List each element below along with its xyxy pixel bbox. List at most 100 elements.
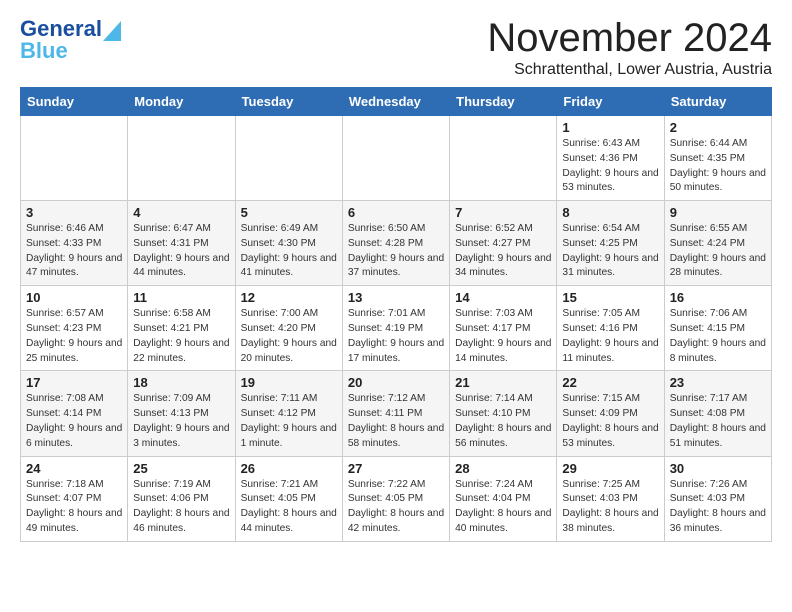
table-cell bbox=[450, 116, 557, 201]
table-cell: 13Sunrise: 7:01 AM Sunset: 4:19 PM Dayli… bbox=[342, 286, 449, 371]
table-cell: 28 Sunrise: 7:24 AM Sunset: 4:04 PM Dayli… bbox=[450, 456, 557, 541]
header-sunday: Sunday bbox=[21, 88, 128, 116]
table-cell: 2 Sunrise: 6:44 AM Sunset: 4:35 PM Daylig… bbox=[664, 116, 771, 201]
week-row-2: 3 Sunrise: 6:46 AM Sunset: 4:33 PM Daylig… bbox=[21, 201, 772, 286]
cell-info: Sunrise: 7:21 AM Sunset: 4:05 PM Dayligh… bbox=[241, 478, 337, 537]
cell-info: Sunrise: 7:24 AM Sunset: 4:04 PM Dayligh… bbox=[455, 478, 551, 537]
cell-info: Sunrise: 7:00 AM Sunset: 4:20 PM Dayligh… bbox=[241, 307, 337, 366]
cell-info: Sunrise: 7:15 AM Sunset: 4:09 PM Dayligh… bbox=[562, 392, 658, 451]
day-number: 2 bbox=[670, 120, 766, 135]
day-number: 25 bbox=[133, 461, 229, 476]
cell-info: Sunrise: 6:43 AM Sunset: 4:36 PM Dayligh… bbox=[562, 137, 658, 196]
cell-info: Sunrise: 6:52 AM Sunset: 4:27 PM Dayligh… bbox=[455, 222, 551, 281]
cell-info: Sunrise: 7:06 AM Sunset: 4:15 PM Dayligh… bbox=[670, 307, 766, 366]
cell-info: Sunrise: 7:09 AM Sunset: 4:13 PM Dayligh… bbox=[133, 392, 229, 451]
calendar-table: SundayMondayTuesdayWednesdayThursdayFrid… bbox=[20, 87, 772, 542]
day-number: 17 bbox=[26, 375, 122, 390]
cell-info: Sunrise: 7:14 AM Sunset: 4:10 PM Dayligh… bbox=[455, 392, 551, 451]
day-number: 10 bbox=[26, 290, 122, 305]
cell-info: Sunrise: 7:18 AM Sunset: 4:07 PM Dayligh… bbox=[26, 478, 122, 537]
cell-info: Sunrise: 7:01 AM Sunset: 4:19 PM Dayligh… bbox=[348, 307, 444, 366]
cell-info: Sunrise: 6:44 AM Sunset: 4:35 PM Dayligh… bbox=[670, 137, 766, 196]
cell-info: Sunrise: 6:50 AM Sunset: 4:28 PM Dayligh… bbox=[348, 222, 444, 281]
table-cell: 25 Sunrise: 7:19 AM Sunset: 4:06 PM Dayli… bbox=[128, 456, 235, 541]
table-cell: 3 Sunrise: 6:46 AM Sunset: 4:33 PM Daylig… bbox=[21, 201, 128, 286]
day-number: 19 bbox=[241, 375, 337, 390]
cell-info: Sunrise: 7:25 AM Sunset: 4:03 PM Dayligh… bbox=[562, 478, 658, 537]
cell-info: Sunrise: 7:05 AM Sunset: 4:16 PM Dayligh… bbox=[562, 307, 658, 366]
cell-info: Sunrise: 7:12 AM Sunset: 4:11 PM Dayligh… bbox=[348, 392, 444, 451]
table-cell: 1Sunrise: 6:43 AM Sunset: 4:36 PM Daylig… bbox=[557, 116, 664, 201]
day-number: 11 bbox=[133, 290, 229, 305]
table-cell: 7 Sunrise: 6:52 AM Sunset: 4:27 PM Daylig… bbox=[450, 201, 557, 286]
calendar-header: SundayMondayTuesdayWednesdayThursdayFrid… bbox=[21, 88, 772, 116]
day-number: 9 bbox=[670, 205, 766, 220]
day-number: 8 bbox=[562, 205, 658, 220]
table-cell: 9 Sunrise: 6:55 AM Sunset: 4:24 PM Daylig… bbox=[664, 201, 771, 286]
table-cell: 12 Sunrise: 7:00 AM Sunset: 4:20 PM Dayli… bbox=[235, 286, 342, 371]
logo: General Blue bbox=[20, 16, 121, 64]
table-cell: 27 Sunrise: 7:22 AM Sunset: 4:05 PM Dayli… bbox=[342, 456, 449, 541]
day-number: 22 bbox=[562, 375, 658, 390]
month-title: November 2024 bbox=[487, 16, 772, 61]
day-number: 30 bbox=[670, 461, 766, 476]
table-cell bbox=[235, 116, 342, 201]
day-number: 3 bbox=[26, 205, 122, 220]
day-number: 12 bbox=[241, 290, 337, 305]
day-number: 6 bbox=[348, 205, 444, 220]
day-number: 15 bbox=[562, 290, 658, 305]
header-tuesday: Tuesday bbox=[235, 88, 342, 116]
day-number: 18 bbox=[133, 375, 229, 390]
table-cell: 6 Sunrise: 6:50 AM Sunset: 4:28 PM Daylig… bbox=[342, 201, 449, 286]
header-wednesday: Wednesday bbox=[342, 88, 449, 116]
cell-info: Sunrise: 6:49 AM Sunset: 4:30 PM Dayligh… bbox=[241, 222, 337, 281]
cell-info: Sunrise: 7:26 AM Sunset: 4:03 PM Dayligh… bbox=[670, 478, 766, 537]
day-number: 26 bbox=[241, 461, 337, 476]
cell-info: Sunrise: 6:58 AM Sunset: 4:21 PM Dayligh… bbox=[133, 307, 229, 366]
day-number: 16 bbox=[670, 290, 766, 305]
cell-info: Sunrise: 7:22 AM Sunset: 4:05 PM Dayligh… bbox=[348, 478, 444, 537]
week-row-1: 1Sunrise: 6:43 AM Sunset: 4:36 PM Daylig… bbox=[21, 116, 772, 201]
day-number: 20 bbox=[348, 375, 444, 390]
cell-info: Sunrise: 7:19 AM Sunset: 4:06 PM Dayligh… bbox=[133, 478, 229, 537]
header-thursday: Thursday bbox=[450, 88, 557, 116]
cell-info: Sunrise: 7:17 AM Sunset: 4:08 PM Dayligh… bbox=[670, 392, 766, 451]
table-cell: 21 Sunrise: 7:14 AM Sunset: 4:10 PM Dayli… bbox=[450, 371, 557, 456]
table-cell: 29Sunrise: 7:25 AM Sunset: 4:03 PM Dayli… bbox=[557, 456, 664, 541]
table-cell: 8 Sunrise: 6:54 AM Sunset: 4:25 PM Daylig… bbox=[557, 201, 664, 286]
day-number: 23 bbox=[670, 375, 766, 390]
cell-info: Sunrise: 6:57 AM Sunset: 4:23 PM Dayligh… bbox=[26, 307, 122, 366]
table-cell: 22 Sunrise: 7:15 AM Sunset: 4:09 PM Dayli… bbox=[557, 371, 664, 456]
logo-blue: Blue bbox=[20, 38, 68, 64]
day-number: 4 bbox=[133, 205, 229, 220]
week-row-5: 24Sunrise: 7:18 AM Sunset: 4:07 PM Dayli… bbox=[21, 456, 772, 541]
table-cell: 16 Sunrise: 7:06 AM Sunset: 4:15 PM Dayli… bbox=[664, 286, 771, 371]
day-number: 28 bbox=[455, 461, 551, 476]
table-cell: 10 Sunrise: 6:57 AM Sunset: 4:23 PM Dayli… bbox=[21, 286, 128, 371]
logo-triangle-icon bbox=[103, 21, 121, 41]
day-number: 14 bbox=[455, 290, 551, 305]
page-container: General Blue November 2024 Schrattenthal… bbox=[0, 0, 792, 558]
cell-info: Sunrise: 6:55 AM Sunset: 4:24 PM Dayligh… bbox=[670, 222, 766, 281]
week-row-4: 17 Sunrise: 7:08 AM Sunset: 4:14 PM Dayli… bbox=[21, 371, 772, 456]
table-cell: 14Sunrise: 7:03 AM Sunset: 4:17 PM Dayli… bbox=[450, 286, 557, 371]
day-number: 27 bbox=[348, 461, 444, 476]
day-number: 5 bbox=[241, 205, 337, 220]
cell-info: Sunrise: 6:47 AM Sunset: 4:31 PM Dayligh… bbox=[133, 222, 229, 281]
day-number: 21 bbox=[455, 375, 551, 390]
cell-info: Sunrise: 6:46 AM Sunset: 4:33 PM Dayligh… bbox=[26, 222, 122, 281]
table-cell: 30 Sunrise: 7:26 AM Sunset: 4:03 PM Dayli… bbox=[664, 456, 771, 541]
table-cell: 15 Sunrise: 7:05 AM Sunset: 4:16 PM Dayli… bbox=[557, 286, 664, 371]
week-row-3: 10 Sunrise: 6:57 AM Sunset: 4:23 PM Dayli… bbox=[21, 286, 772, 371]
table-cell: 4 Sunrise: 6:47 AM Sunset: 4:31 PM Daylig… bbox=[128, 201, 235, 286]
table-cell: 19 Sunrise: 7:11 AM Sunset: 4:12 PM Dayli… bbox=[235, 371, 342, 456]
cell-info: Sunrise: 6:54 AM Sunset: 4:25 PM Dayligh… bbox=[562, 222, 658, 281]
table-cell: 5 Sunrise: 6:49 AM Sunset: 4:30 PM Daylig… bbox=[235, 201, 342, 286]
day-number: 7 bbox=[455, 205, 551, 220]
header-monday: Monday bbox=[128, 88, 235, 116]
cell-info: Sunrise: 7:11 AM Sunset: 4:12 PM Dayligh… bbox=[241, 392, 337, 451]
cell-info: Sunrise: 7:08 AM Sunset: 4:14 PM Dayligh… bbox=[26, 392, 122, 451]
header-friday: Friday bbox=[557, 88, 664, 116]
table-cell bbox=[128, 116, 235, 201]
table-cell: 23 Sunrise: 7:17 AM Sunset: 4:08 PM Dayli… bbox=[664, 371, 771, 456]
